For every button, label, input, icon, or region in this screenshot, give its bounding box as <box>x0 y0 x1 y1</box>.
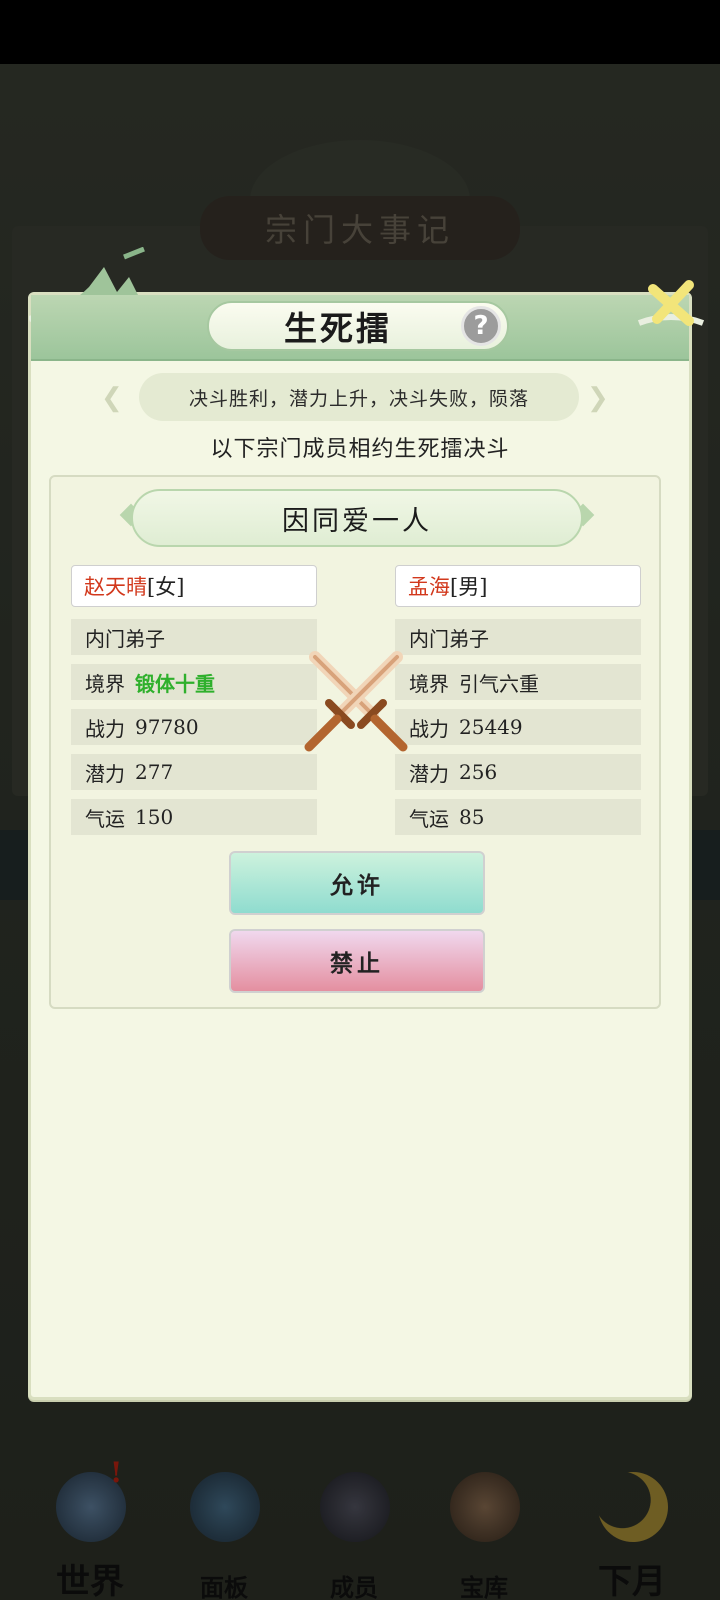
fighter-left-luck: 150 <box>135 805 174 829</box>
rule-banner: 决斗胜利，潜力上升，决斗失败，陨落 <box>139 373 579 421</box>
reason-banner: 因同爱一人 <box>131 489 583 547</box>
fighter-right: 孟海 [男] 内门弟子 境界 引气六重 战力 25449 潜力 256 气运 8… <box>395 565 641 844</box>
fighter-right-realm-row: 境界 引气六重 <box>395 664 641 700</box>
power-label: 战力 <box>85 716 125 741</box>
fighter-left-potential-row: 潜力 277 <box>71 754 317 790</box>
dialog-subheading: 以下宗门成员相约生死擂决斗 <box>210 437 510 462</box>
rule-wing-right-icon: ❯ <box>587 383 609 413</box>
dialog-header: 生死擂 ? <box>31 295 689 361</box>
fighter-right-potential: 256 <box>459 760 498 784</box>
fighter-right-name: 孟海 <box>408 575 450 599</box>
close-icon[interactable] <box>631 271 711 335</box>
fighter-left-realm: 锻体十重 <box>135 671 215 696</box>
fighter-left-name-box[interactable]: 赵天晴 [女] <box>71 565 317 607</box>
fighter-right-rank: 内门弟子 <box>409 626 489 651</box>
dialog-title: 生死擂 <box>284 309 392 348</box>
fighter-left-rank-row: 内门弟子 <box>71 619 317 655</box>
luck-label: 气运 <box>85 806 125 831</box>
fighter-left: 赵天晴 [女] 内门弟子 境界 锻体十重 战力 97780 潜力 277 气运 … <box>71 565 317 844</box>
fighter-left-realm-row: 境界 锻体十重 <box>71 664 317 700</box>
fighter-left-luck-row: 气运 150 <box>71 799 317 835</box>
fighter-right-luck: 85 <box>459 805 485 829</box>
fighter-right-realm: 引气六重 <box>459 671 539 696</box>
deny-button[interactable]: 禁止 <box>229 929 485 993</box>
fighter-right-gender: [男] <box>450 575 488 599</box>
rule-text: 决斗胜利，潜力上升，决斗失败，陨落 <box>188 387 529 410</box>
duel-dialog: 生死擂 ? ❮ ❯ 决斗胜利，潜力上升，决斗失败，陨落 以下宗门成员相约生死擂决… <box>28 247 705 1400</box>
potential-label: 潜力 <box>85 761 125 786</box>
crossed-swords-icon <box>304 651 408 752</box>
fighter-right-rank-row: 内门弟子 <box>395 619 641 655</box>
duel-reason: 因同爱一人 <box>282 505 432 537</box>
fighter-left-gender: [女] <box>147 575 185 599</box>
potential-label: 潜力 <box>409 761 449 786</box>
luck-label: 气运 <box>409 806 449 831</box>
fighter-right-power-row: 战力 25449 <box>395 709 641 745</box>
status-bar <box>0 0 720 64</box>
power-label: 战力 <box>409 716 449 741</box>
allow-button[interactable]: 允许 <box>229 851 485 915</box>
fighter-left-potential: 277 <box>135 760 174 784</box>
fighter-left-power-row: 战力 97780 <box>71 709 317 745</box>
fighter-right-power: 25449 <box>459 715 523 739</box>
fighter-right-luck-row: 气运 85 <box>395 799 641 835</box>
duel-panel: 因同爱一人 赵天晴 [女] 内门弟子 境界 锻体十重 战力 97780 潜力 2… <box>49 475 661 1009</box>
fighter-right-name-box[interactable]: 孟海 [男] <box>395 565 641 607</box>
realm-label: 境界 <box>409 671 449 696</box>
fighter-left-rank: 内门弟子 <box>85 626 165 651</box>
realm-label: 境界 <box>85 671 125 696</box>
dialog-title-plaque: 生死擂 ? <box>207 301 509 351</box>
fighter-right-potential-row: 潜力 256 <box>395 754 641 790</box>
fighter-left-name: 赵天晴 <box>84 575 147 599</box>
fighter-left-power: 97780 <box>135 715 199 739</box>
help-icon[interactable]: ? <box>461 306 501 346</box>
